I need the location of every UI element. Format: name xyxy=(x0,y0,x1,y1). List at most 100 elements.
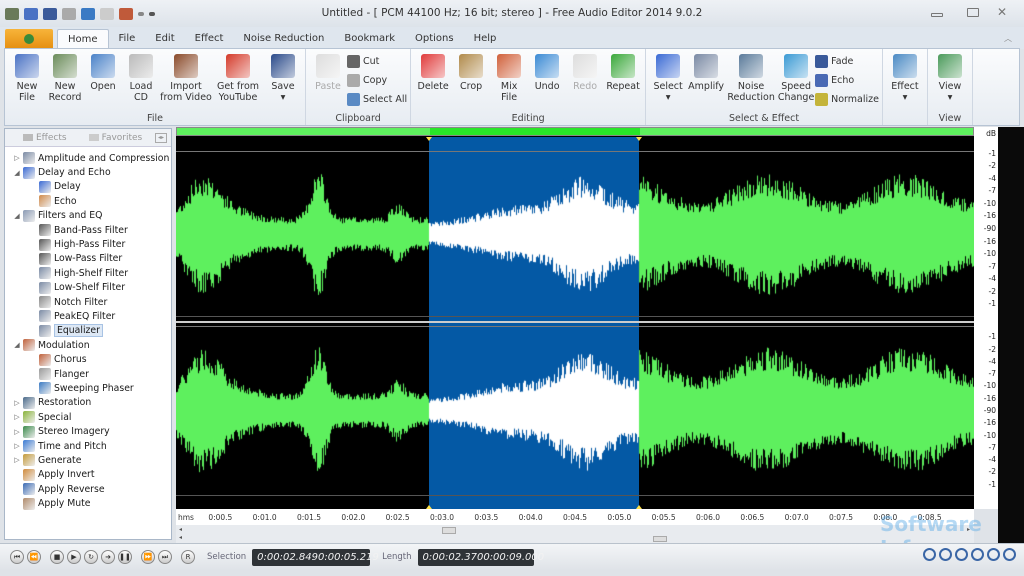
zoom-in-vertical-icon[interactable] xyxy=(923,548,936,561)
maximize-button[interactable] xyxy=(967,8,979,17)
tab-effects[interactable]: Effects xyxy=(23,133,67,143)
paste-button[interactable]: Paste xyxy=(309,51,347,111)
pause-button[interactable]: ❚❚ xyxy=(118,550,132,564)
expand-arrow-icon[interactable]: ▷ xyxy=(13,399,21,407)
select-button[interactable]: Select ▾ xyxy=(649,51,687,111)
tab-file[interactable]: File xyxy=(109,29,146,49)
tree-item-chorus[interactable]: Chorus xyxy=(5,352,171,366)
effect-button[interactable]: Effect ▾ xyxy=(886,51,924,111)
tree-item-band-pass-filter[interactable]: Band-Pass Filter xyxy=(5,223,171,237)
tree-item-echo[interactable]: Echo xyxy=(5,194,171,208)
tab-help[interactable]: Help xyxy=(464,29,507,49)
delete-button[interactable]: Delete xyxy=(414,51,452,111)
speed-change-button[interactable]: Speed Change xyxy=(777,51,815,111)
cut-button[interactable]: Cut xyxy=(347,53,407,69)
tab-home[interactable]: Home xyxy=(57,29,109,49)
expand-arrow-icon[interactable]: ◢ xyxy=(13,341,21,349)
echo-button[interactable]: Echo xyxy=(815,72,879,88)
expand-arrow-icon[interactable]: ▷ xyxy=(13,428,21,436)
tree-item-special[interactable]: ▷ Special xyxy=(5,410,171,424)
import-from-video-button[interactable]: Import from Video xyxy=(160,51,212,111)
length-display[interactable]: 0:00:02.370 0:00:09.000 xyxy=(417,548,544,566)
repeat-button[interactable]: Repeat xyxy=(604,51,642,111)
select-all-button[interactable]: Select All xyxy=(347,91,407,107)
zoom-full-icon[interactable] xyxy=(1003,548,1016,561)
zoom-out-vertical-icon[interactable] xyxy=(939,548,952,561)
undo-button[interactable]: Undo xyxy=(528,51,566,111)
tab-favorites[interactable]: Favorites xyxy=(88,133,142,143)
tree-item-generate[interactable]: ▷ Generate xyxy=(5,453,171,467)
expand-arrow-icon[interactable]: ▷ xyxy=(13,456,21,464)
expand-arrow-icon[interactable]: ◢ xyxy=(13,169,21,177)
horizontal-scrollbar[interactable]: ◂ ◂ ▸ xyxy=(176,525,974,543)
tree-item-filters-and-eq[interactable]: ◢ Filters and EQ xyxy=(5,209,171,223)
overview-bar[interactable] xyxy=(176,127,974,136)
selection-end-marker[interactable] xyxy=(635,137,642,141)
crop-button[interactable]: Crop xyxy=(452,51,490,111)
application-menu-button[interactable] xyxy=(5,29,53,49)
go-start-button[interactable]: ⏮ xyxy=(10,550,24,564)
scroll-thumb-bottom[interactable] xyxy=(653,536,667,542)
fade-button[interactable]: Fade xyxy=(815,53,879,69)
tree-item-delay[interactable]: Delay xyxy=(5,180,171,194)
redo-button[interactable]: Redo xyxy=(566,51,604,111)
waveform-view[interactable] xyxy=(176,127,974,509)
tree-item-high-pass-filter[interactable]: High-Pass Filter xyxy=(5,237,171,251)
copy-button[interactable]: Copy xyxy=(347,72,407,88)
channel-separator[interactable] xyxy=(176,321,974,323)
tree-item-flanger[interactable]: Flanger xyxy=(5,367,171,381)
tab-noise-reduction[interactable]: Noise Reduction xyxy=(233,29,334,49)
tree-item-equalizer[interactable]: Equalizer xyxy=(5,324,171,338)
collapse-panel-icon[interactable]: ◂▸ xyxy=(155,132,167,143)
tree-item-apply-invert[interactable]: Apply Invert xyxy=(5,468,171,482)
open-button[interactable]: Open xyxy=(84,51,122,111)
waveform-canvas[interactable] xyxy=(176,127,974,509)
minimize-button[interactable] xyxy=(931,13,943,17)
tree-item-sweeping-phaser[interactable]: Sweeping Phaser xyxy=(5,381,171,395)
expand-arrow-icon[interactable]: ▷ xyxy=(13,442,21,450)
timeline-ruler[interactable]: hms 0:00.5 0:01.0 0:01.5 0:02.0 0:02.5 0:03.0… xyxy=(176,509,974,525)
load-cd-button[interactable]: Load CD xyxy=(122,51,160,111)
loop-button[interactable]: ↻ xyxy=(84,550,98,564)
normalize-button[interactable]: Normalize xyxy=(815,91,879,107)
tree-item-low-pass-filter[interactable]: Low-Pass Filter xyxy=(5,252,171,266)
tree-item-modulation[interactable]: ◢ Modulation xyxy=(5,338,171,352)
tree-item-peakeq-filter[interactable]: PeakEQ Filter xyxy=(5,309,171,323)
tree-item-stereo-imagery[interactable]: ▷ Stereo Imagery xyxy=(5,424,171,438)
expand-arrow-icon[interactable]: ◢ xyxy=(13,212,21,220)
new-record-button[interactable]: New Record xyxy=(46,51,84,111)
zoom-in-icon[interactable] xyxy=(987,548,1000,561)
tree-item-delay-and-echo[interactable]: ◢ Delay and Echo xyxy=(5,165,171,179)
play-selection-button[interactable]: ➜ xyxy=(101,550,115,564)
tab-edit[interactable]: Edit xyxy=(145,29,184,49)
tree-item-high-shelf-filter[interactable]: High-Shelf Filter xyxy=(5,266,171,280)
scroll-left-arrow[interactable]: ◂ xyxy=(179,526,182,533)
amplify-button[interactable]: Amplify xyxy=(687,51,725,111)
fast-forward-button[interactable]: ⏩ xyxy=(141,550,155,564)
zoom-selection-icon[interactable] xyxy=(955,548,968,561)
zoom-out-icon[interactable] xyxy=(971,548,984,561)
noise-reduction-button[interactable]: Noise Reduction xyxy=(725,51,777,111)
tree-item-apply-reverse[interactable]: Apply Reverse xyxy=(5,482,171,496)
minimize-ribbon-icon[interactable]: ︿ xyxy=(1004,33,1012,44)
tree-item-apply-mute[interactable]: Apply Mute xyxy=(5,496,171,510)
scroll-left-arrow-2[interactable]: ◂ xyxy=(179,534,182,541)
tab-effect[interactable]: Effect xyxy=(185,29,234,49)
play-button[interactable]: ▶ xyxy=(67,550,81,564)
selection-start-marker[interactable] xyxy=(425,137,432,141)
record-button[interactable]: R xyxy=(181,550,195,564)
scroll-thumb-top[interactable] xyxy=(442,527,456,534)
tree-item-low-shelf-filter[interactable]: Low-Shelf Filter xyxy=(5,281,171,295)
tree-item-amplitude-and-compression[interactable]: ▷ Amplitude and Compression xyxy=(5,151,171,165)
expand-arrow-icon[interactable]: ▷ xyxy=(13,413,21,421)
tree-item-time-and-pitch[interactable]: ▷ Time and Pitch xyxy=(5,439,171,453)
tree-item-restoration[interactable]: ▷ Restoration xyxy=(5,396,171,410)
go-end-button[interactable]: ⏭ xyxy=(158,550,172,564)
view-button[interactable]: View ▾ xyxy=(931,51,969,111)
tab-options[interactable]: Options xyxy=(405,29,464,49)
stop-button[interactable]: ■ xyxy=(50,550,64,564)
selection-display[interactable]: 0:00:02.849 0:00:05.219 xyxy=(252,548,379,566)
close-button[interactable]: ✕ xyxy=(997,5,1007,19)
new-file-button[interactable]: New File xyxy=(8,51,46,111)
tab-bookmark[interactable]: Bookmark xyxy=(334,29,405,49)
